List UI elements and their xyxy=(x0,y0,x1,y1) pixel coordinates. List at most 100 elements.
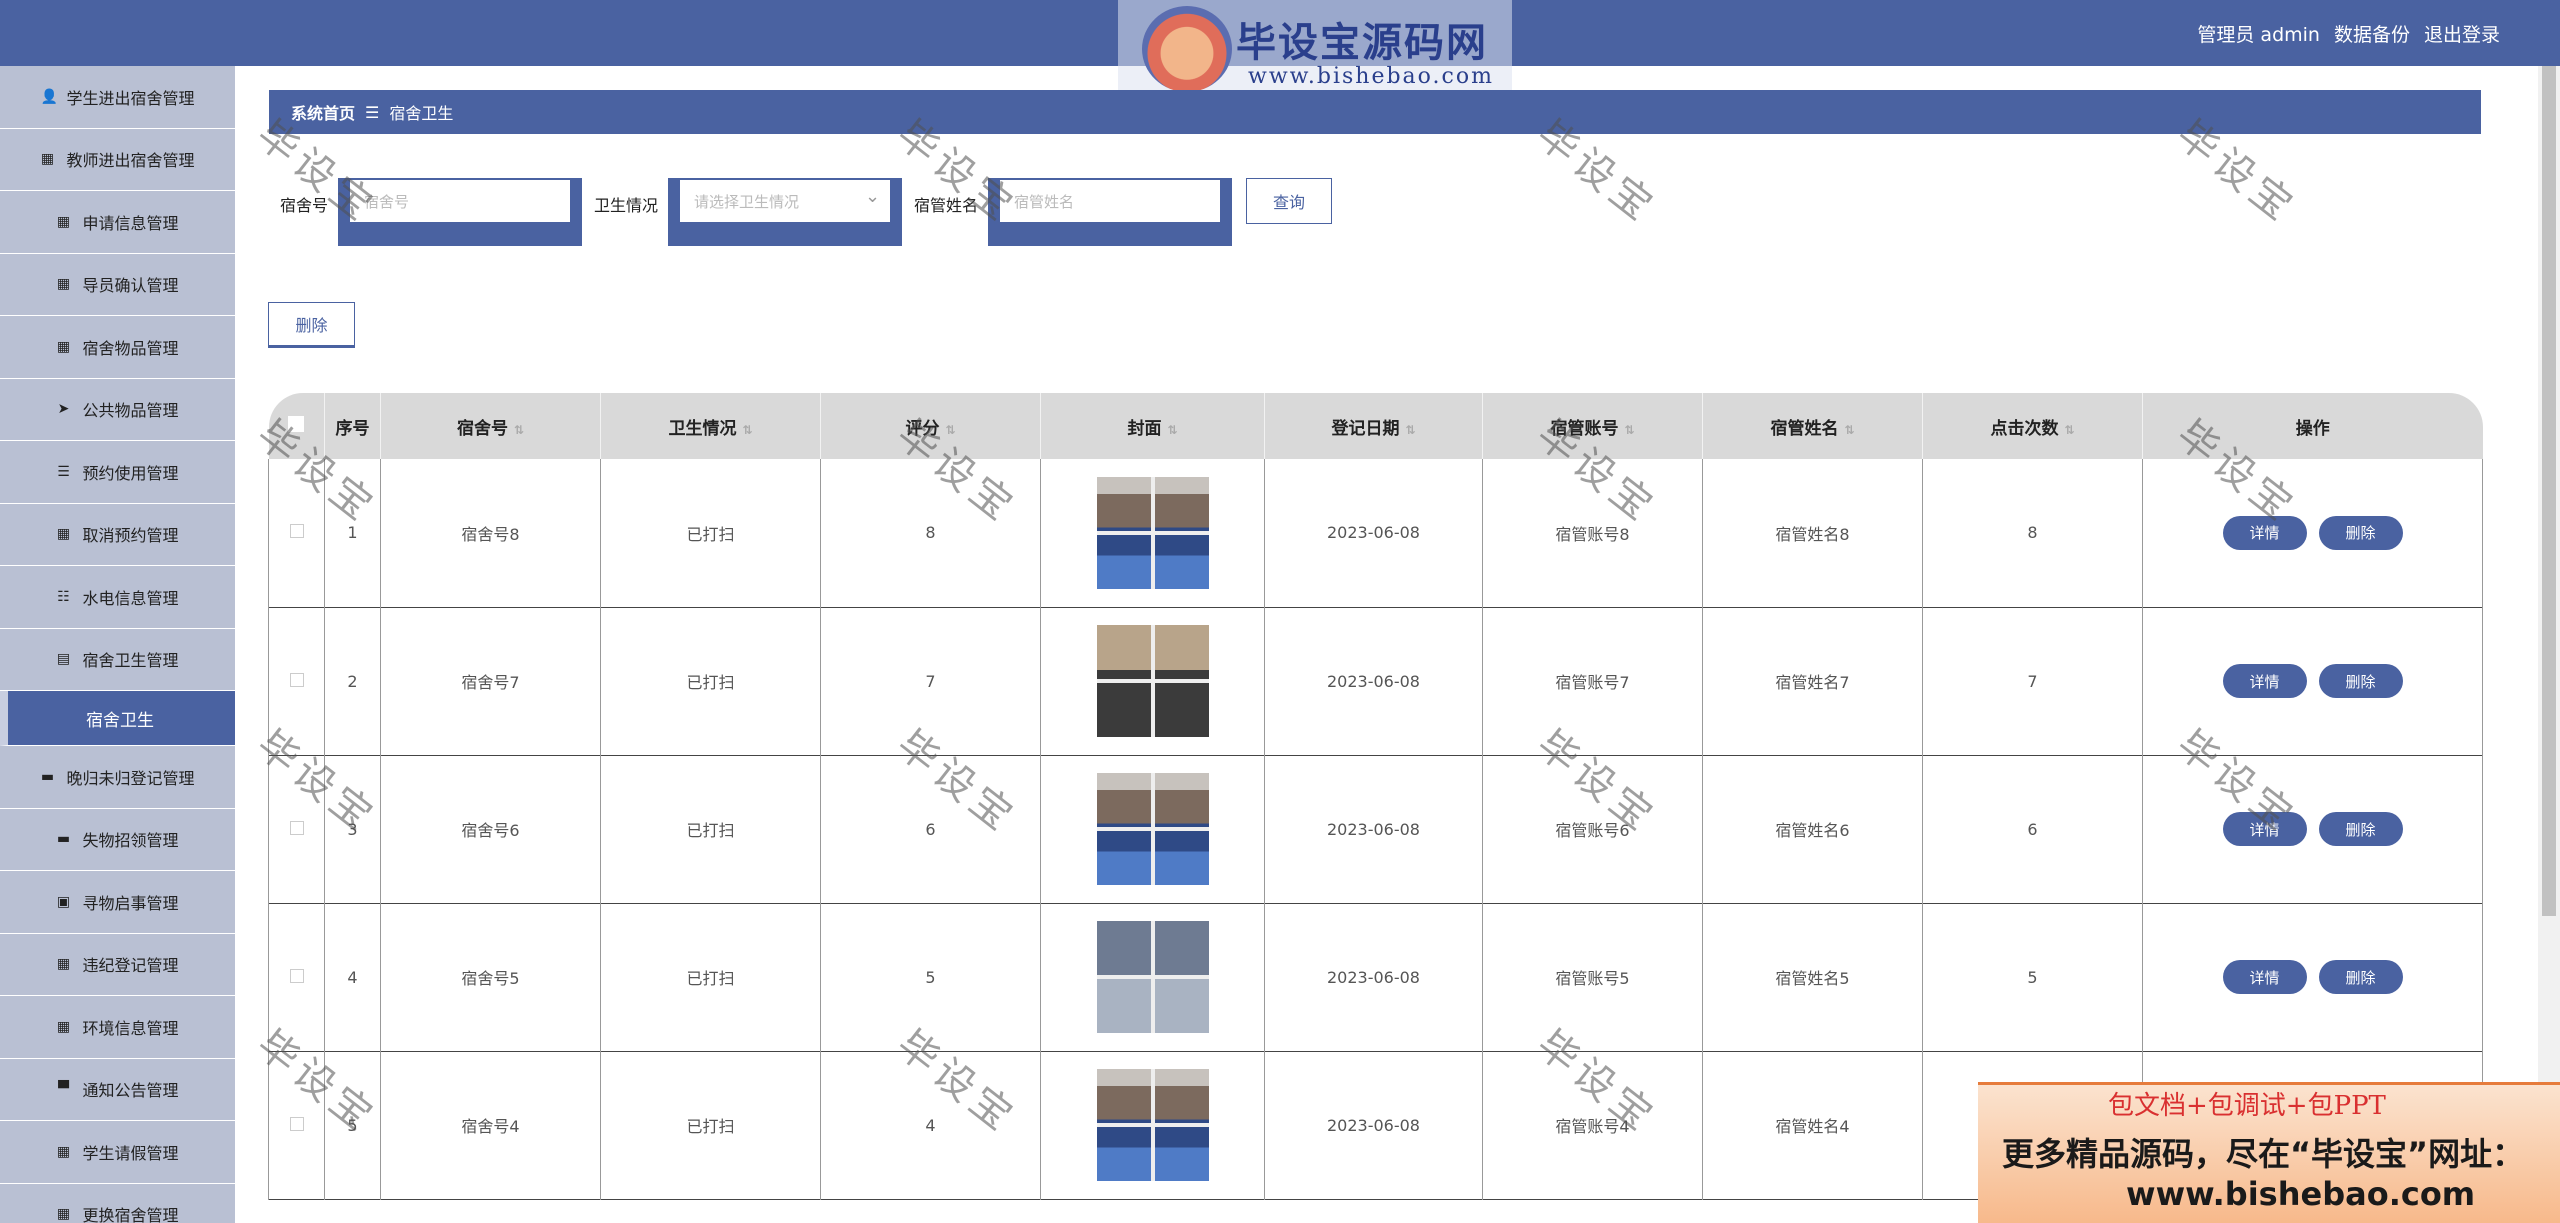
sidebar-item-student-leave[interactable]: ▦ 学生请假管理 xyxy=(0,1121,235,1184)
chat-icon: ▬ xyxy=(40,768,55,785)
sort-icon: ⇅ xyxy=(2064,422,2075,437)
sidebar-item-public-goods[interactable]: ➤ 公共物品管理 xyxy=(0,378,235,441)
logout-link[interactable]: 退出登录 xyxy=(2424,20,2500,47)
delete-button[interactable]: 删除 xyxy=(2318,960,2403,994)
dorm-label: 宿舍号 xyxy=(280,196,329,215)
hygiene-select[interactable]: 请选择卫生情况 xyxy=(680,180,891,222)
user-icon: 👤 xyxy=(40,88,58,105)
sidebar-item-late-return[interactable]: ▬ 晚归未归登记管理 xyxy=(0,746,235,809)
sliders-icon: ☷ xyxy=(57,588,70,605)
detail-button[interactable]: 详情 xyxy=(2222,664,2307,698)
col-account[interactable]: 宿管账号 ⇅ xyxy=(1482,393,1703,459)
scrollbar-thumb[interactable] xyxy=(2542,66,2556,916)
sidebar-item-dorm-goods[interactable]: ▦ 宿舍物品管理 xyxy=(0,316,235,379)
manager-label: 宿管姓名 xyxy=(914,196,979,215)
manager-input[interactable]: 宿管姓名 xyxy=(1000,180,1221,222)
sidebar-item-notice[interactable]: ▀ 通知公告管理 xyxy=(0,1058,235,1121)
sidebar-subitem-hygiene[interactable]: 宿舍卫生 xyxy=(0,691,235,746)
site-logo: 毕设宝源码网 www.bishebao.com xyxy=(1118,0,1512,102)
row-account: 宿管账号8 xyxy=(1482,459,1703,607)
row-manager: 宿管姓名8 xyxy=(1702,459,1923,607)
row-actions: 详情 删除 xyxy=(2142,903,2483,1051)
sort-icon: ⇅ xyxy=(1405,422,1416,437)
sidebar-item-lost-found[interactable]: ▬ 失物招领管理 xyxy=(0,808,235,871)
grid-icon: ▦ xyxy=(56,1206,71,1223)
col-clicks[interactable]: 点击次数 ⇅ xyxy=(1922,393,2143,459)
table-row: 3 宿舍号6 已打扫 6 2023-06-08 宿管账号6 宿管姓名6 6 详情… xyxy=(268,755,2483,903)
row-cover xyxy=(1040,903,1265,1051)
row-index: 3 xyxy=(324,755,381,903)
clipboard-icon: ▤ xyxy=(56,651,71,668)
batch-delete-button[interactable]: 删除 xyxy=(268,302,355,348)
row-clicks: 7 xyxy=(1922,607,2143,755)
breadcrumb-home[interactable]: 系统首页 xyxy=(291,100,355,124)
col-hygiene[interactable]: 卫生情况 ⇅ xyxy=(600,393,821,459)
cover-image xyxy=(1096,921,1209,1033)
table-header-row: 序号 宿舍号 ⇅ 卫生情况 ⇅ 评分 ⇅ 封面 ⇅ 登记日期 ⇅ 宿管账号 ⇅ 宿管姓名 ⇅ … xyxy=(268,393,2483,459)
hygiene-field-wrap: 请选择卫生情况 xyxy=(668,178,903,246)
detail-button[interactable]: 详情 xyxy=(2222,812,2307,846)
row-index: 4 xyxy=(324,903,381,1051)
row-hygiene: 已打扫 xyxy=(600,903,821,1051)
header-actions: 管理员 admin 数据备份 退出登录 xyxy=(2197,20,2500,47)
col-score[interactable]: 评分 ⇅ xyxy=(820,393,1041,459)
row-dorm: 宿舍号5 xyxy=(380,903,601,1051)
search-form: 宿舍号 宿舍号 卫生情况 请选择卫生情况 宿管姓名 宿管姓名 查询 xyxy=(280,178,1333,246)
row-checkbox[interactable] xyxy=(268,607,325,755)
dorm-field-wrap: 宿舍号 xyxy=(338,178,583,246)
col-manager[interactable]: 宿管姓名 ⇅ xyxy=(1702,393,1923,459)
sidebar-item-utilities[interactable]: ☷ 水电信息管理 xyxy=(0,566,235,629)
hygiene-label: 卫生情况 xyxy=(594,196,659,215)
row-checkbox[interactable] xyxy=(268,903,325,1051)
page-scrollbar[interactable] xyxy=(2538,66,2560,1223)
sidebar-item-reservation[interactable]: ☰ 预约使用管理 xyxy=(0,441,235,504)
sidebar-item-environment[interactable]: ▦ 环境信息管理 xyxy=(0,996,235,1059)
table-row: 2 宿舍号7 已打扫 7 2023-06-08 宿管账号7 宿管姓名7 7 详情… xyxy=(268,607,2483,755)
col-index: 序号 xyxy=(324,393,381,459)
sidebar: 👤 学生进出宿舍管理 ▦ 教师进出宿舍管理 ▦ 申请信息管理 ▦ 导员确认管理 ▦ 宿舍物… xyxy=(0,66,235,1223)
col-dorm[interactable]: 宿舍号 ⇅ xyxy=(380,393,601,459)
detail-button[interactable]: 详情 xyxy=(2222,515,2307,550)
sort-icon: ⇅ xyxy=(1844,422,1855,437)
delete-button[interactable]: 删除 xyxy=(2318,515,2403,550)
row-checkbox[interactable] xyxy=(268,459,325,607)
row-manager: 宿管姓名4 xyxy=(1702,1051,1923,1199)
sidebar-item-discipline[interactable]: ▦ 违纪登记管理 xyxy=(0,933,235,996)
row-checkbox[interactable] xyxy=(268,1051,325,1199)
delete-button[interactable]: 删除 xyxy=(2318,664,2403,698)
sidebar-item-cancel-reservation[interactable]: ▦ 取消预约管理 xyxy=(0,503,235,566)
row-score: 5 xyxy=(820,903,1041,1051)
row-clicks: 5 xyxy=(1922,903,2143,1051)
row-checkbox[interactable] xyxy=(268,755,325,903)
detail-button[interactable]: 详情 xyxy=(2222,960,2307,994)
sort-icon: ⇅ xyxy=(945,422,956,437)
grid-icon: ▦ xyxy=(56,1018,71,1035)
select-all-checkbox[interactable] xyxy=(268,393,325,459)
sort-icon: ⇅ xyxy=(513,422,525,437)
sidebar-item-change-dorm[interactable]: ▦ 更换宿舍管理 xyxy=(0,1183,235,1223)
sidebar-item-lost-notice[interactable]: ▣ 寻物启事管理 xyxy=(0,871,235,934)
col-cover[interactable]: 封面 ⇅ xyxy=(1040,393,1265,459)
sidebar-item-dorm-hygiene[interactable]: ▤ 宿舍卫生管理 xyxy=(0,628,235,691)
sidebar-item-teacher-access[interactable]: ▦ 教师进出宿舍管理 xyxy=(0,128,235,191)
table-row: 4 宿舍号5 已打扫 5 2023-06-08 宿管账号5 宿管姓名5 5 详情… xyxy=(268,903,2483,1051)
sort-icon: ⇅ xyxy=(742,422,753,437)
promo-banner: 包文档+包调试+包PPT 更多精品源码，尽在“毕设宝”网址： www.bishe… xyxy=(1978,1082,2560,1223)
sidebar-item-student-access[interactable]: 👤 学生进出宿舍管理 xyxy=(0,66,235,129)
row-index: 5 xyxy=(324,1051,381,1199)
row-actions: 详情 删除 xyxy=(2142,607,2483,755)
delete-button[interactable]: 删除 xyxy=(2318,812,2403,846)
sidebar-item-counselor-confirm[interactable]: ▦ 导员确认管理 xyxy=(0,253,235,316)
dorm-input[interactable]: 宿舍号 xyxy=(350,180,571,222)
sidebar-item-application[interactable]: ▦ 申请信息管理 xyxy=(0,191,235,254)
row-score: 6 xyxy=(820,755,1041,903)
hygiene-table: 序号 宿舍号 ⇅ 卫生情况 ⇅ 评分 ⇅ 封面 ⇅ 登记日期 ⇅ 宿管账号 ⇅ 宿管姓名 ⇅ … xyxy=(268,393,2483,1200)
backup-link[interactable]: 数据备份 xyxy=(2334,20,2410,47)
breadcrumb: 系统首页 ☰ 宿舍卫生 xyxy=(269,90,2481,134)
grid-icon: ▦ xyxy=(40,151,55,168)
row-account: 宿管账号6 xyxy=(1482,755,1703,903)
query-button[interactable]: 查询 xyxy=(1246,178,1333,224)
row-date: 2023-06-08 xyxy=(1264,459,1483,607)
breadcrumb-current: 宿舍卫生 xyxy=(389,104,454,123)
col-date[interactable]: 登记日期 ⇅ xyxy=(1264,393,1483,459)
